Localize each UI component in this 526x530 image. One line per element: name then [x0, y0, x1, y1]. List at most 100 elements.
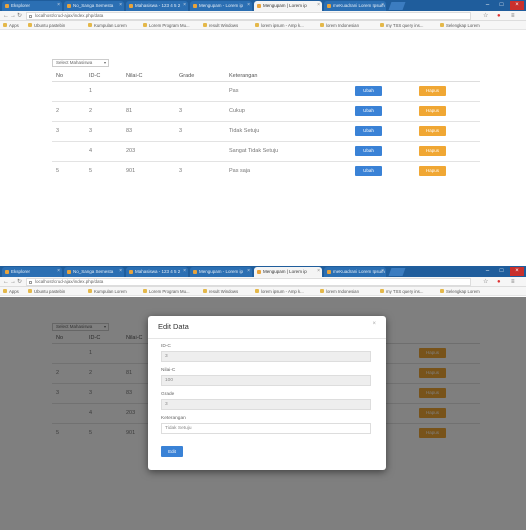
menu-icon[interactable]: ≡ — [511, 278, 515, 286]
folder-icon — [143, 289, 147, 293]
edit-data-modal: Edit Data × ID-C 3 Nilai-C 100 Grade 3 K… — [148, 316, 386, 470]
reload-icon[interactable]: ↻ — [17, 278, 22, 286]
bookmark-item[interactable]: lorem ipsum - Amp k... — [255, 289, 304, 294]
forward-icon[interactable]: → — [10, 278, 16, 286]
modal-title: Edit Data — [158, 322, 189, 331]
modal-divider — [148, 338, 386, 339]
keterangan-field[interactable]: Tidak Setuju — [161, 423, 371, 434]
delete-button[interactable]: Hapus — [419, 106, 446, 116]
delete-button[interactable]: Hapus — [419, 126, 446, 136]
bookmark-item[interactable]: Ubuntu pastebin — [28, 23, 65, 28]
column-header: ID-C — [85, 71, 122, 82]
browser-tab[interactable]: Mengupam - Lorem ip × — [190, 1, 252, 11]
grade-field[interactable]: 3 — [161, 399, 371, 410]
browser-tab-active[interactable]: Mengupam | Lorem ip × — [254, 267, 322, 277]
tab-close-icon[interactable]: × — [57, 2, 60, 8]
bookmark-item[interactable]: Selengkap Lorem — [440, 289, 480, 294]
close-icon[interactable]: × — [372, 321, 376, 327]
edit-button[interactable]: Ubah — [355, 106, 382, 116]
bookmark-item[interactable]: Ubuntu pastebin — [28, 289, 65, 294]
minimize-icon[interactable]: – — [482, 267, 493, 276]
field-label-grade: Grade — [161, 392, 175, 397]
bookmark-item[interactable]: lorem Indonesian — [320, 289, 359, 294]
edit-button[interactable]: Ubah — [355, 86, 382, 96]
bookmark-item[interactable]: Apps — [3, 289, 19, 294]
screenshot-list: Eksplorer × No_Sanga Semesta × Mahasiswa -… — [0, 0, 526, 266]
delete-button[interactable]: Hapus — [419, 86, 446, 96]
browser-tab[interactable]: Mahasiswa - 123 4 5 2 × — [126, 1, 188, 11]
star-icon[interactable]: ☆ — [483, 278, 488, 286]
browser-tab[interactable]: Eksplorer × — [2, 1, 62, 11]
browser-tab[interactable]: Mahasiswa - 123 4 5 2 × — [126, 267, 188, 277]
close-window-icon[interactable]: × — [510, 267, 524, 276]
bookmark-item[interactable]: result Windows — [203, 23, 238, 28]
tab-close-icon[interactable]: × — [247, 268, 250, 274]
browser-tab[interactable]: meKuadrani Lorem Ipsum × — [324, 267, 386, 277]
star-icon[interactable]: ☆ — [483, 12, 488, 20]
bookmark-item[interactable]: Kumpulan Lorem — [88, 289, 127, 294]
edit-button[interactable]: Ubah — [355, 126, 382, 136]
table-row: 33833Tidak Setuju Ubah Hapus — [52, 120, 480, 141]
tab-close-icon[interactable]: × — [247, 2, 250, 8]
browser-tab[interactable]: Eksplorer × — [2, 267, 62, 277]
browser-tab[interactable]: No_Sanga Semesta × — [64, 1, 124, 11]
mahasiswa-select[interactable]: Select Mahasiswa▾ — [52, 59, 109, 67]
new-tab-button[interactable] — [388, 2, 406, 10]
tab-favicon-icon — [193, 4, 197, 8]
tab-favicon-icon — [5, 4, 9, 8]
delete-button[interactable]: Hapus — [419, 146, 446, 156]
tab-close-icon[interactable]: × — [119, 2, 122, 8]
url-input[interactable]: localhost/crud-ajax/index.php/data — [26, 278, 471, 286]
id-field[interactable]: 3 — [161, 351, 371, 362]
bookmark-item[interactable]: Lorem Program Mu... — [143, 23, 190, 28]
forward-icon[interactable]: → — [10, 12, 16, 20]
bookmark-item[interactable]: lorem Indonesian — [320, 23, 359, 28]
tab-close-icon[interactable]: × — [381, 268, 384, 274]
menu-icon[interactable]: ≡ — [511, 12, 515, 20]
tab-close-icon[interactable]: × — [381, 2, 384, 8]
folder-icon — [320, 23, 324, 27]
edit-button[interactable]: Ubah — [355, 166, 382, 177]
delete-button[interactable]: Hapus — [419, 166, 446, 177]
close-window-icon[interactable]: × — [510, 1, 524, 10]
bookmark-item[interactable]: result Windows — [203, 289, 238, 294]
tab-close-icon[interactable]: × — [317, 2, 320, 8]
maximize-icon[interactable]: □ — [496, 1, 507, 10]
extension-icon[interactable]: ● — [497, 12, 501, 20]
folder-icon — [88, 23, 92, 27]
browser-tab-active[interactable]: Mengupam | Lorem ip × — [254, 1, 322, 11]
folder-icon — [440, 289, 444, 293]
tab-close-icon[interactable]: × — [57, 268, 60, 274]
column-header: Grade — [175, 71, 225, 82]
back-icon[interactable]: ← — [3, 278, 9, 286]
new-tab-button[interactable] — [388, 268, 406, 276]
tab-close-icon[interactable]: × — [183, 268, 186, 274]
tab-close-icon[interactable]: × — [317, 268, 320, 274]
browser-tab[interactable]: Mengupam - Lorem ip × — [190, 267, 252, 277]
bookmark-item[interactable]: Kumpulan Lorem — [88, 23, 127, 28]
maximize-icon[interactable]: □ — [496, 267, 507, 276]
browser-tab[interactable]: No_Sanga Semesta × — [64, 267, 124, 277]
bookmark-item[interactable]: Apps — [3, 23, 19, 28]
reload-icon[interactable]: ↻ — [17, 12, 22, 20]
back-icon[interactable]: ← — [3, 12, 9, 20]
bookmark-item[interactable]: lorem ipsum - Amp k... — [255, 23, 304, 28]
minimize-icon[interactable]: – — [482, 1, 493, 10]
submit-edit-button[interactable]: Edit — [161, 446, 183, 457]
bookmark-item[interactable]: Lorem Program Mu... — [143, 289, 190, 294]
address-bar: ← → ↻ localhost/crud-ajax/index.php/data… — [0, 11, 526, 21]
folder-icon — [143, 23, 147, 27]
url-input[interactable]: localhost/crud-ajax/index.php/data — [26, 12, 471, 20]
tab-close-icon[interactable]: × — [119, 268, 122, 274]
extension-icon[interactable]: ● — [497, 278, 501, 286]
bookmark-item[interactable]: Selengkap Lorem — [440, 23, 480, 28]
field-label-nilai: Nilai-C — [161, 368, 176, 373]
bookmark-item[interactable]: my TSS query ins... — [380, 289, 423, 294]
bookmark-item[interactable]: my TSS query ins... — [380, 23, 423, 28]
nilai-field[interactable]: 100 — [161, 375, 371, 386]
browser-tab[interactable]: meKuadrani Lorem Ipsum × — [324, 1, 386, 11]
folder-icon — [203, 289, 207, 293]
bookmarks-bar: Apps Ubuntu pastebin Kumpulan Lorem Lore… — [0, 287, 526, 296]
tab-close-icon[interactable]: × — [183, 2, 186, 8]
edit-button[interactable]: Ubah — [355, 146, 382, 156]
